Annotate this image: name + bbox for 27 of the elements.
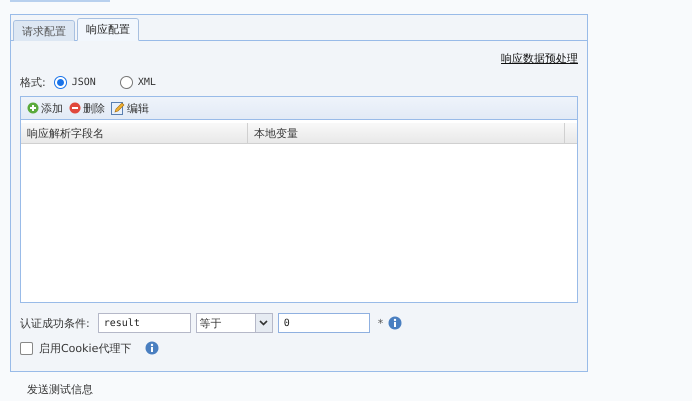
format-label: 格式: (20, 74, 46, 90)
radio-button[interactable] (120, 76, 133, 88)
field-input[interactable]: result (98, 313, 191, 333)
column-header: 本地变量 (248, 123, 565, 143)
radio-button[interactable] (54, 76, 67, 88)
info-icon[interactable] (145, 341, 160, 355)
caret-icon (259, 320, 268, 326)
operator-select[interactable]: 等于 (196, 313, 273, 333)
info-icon[interactable] (388, 316, 402, 330)
toolbar-button[interactable]: 编辑 (111, 100, 149, 116)
minus-icon (69, 102, 81, 114)
preprocess-link[interactable]: 响应数据预处理 (501, 51, 578, 67)
send-test-link[interactable]: 发送测试信息 (27, 382, 93, 397)
checkbox[interactable] (20, 342, 33, 354)
tab[interactable]: 请求配置 (13, 20, 75, 41)
plus-icon (27, 102, 39, 114)
value-input[interactable]: 0 (278, 313, 370, 333)
column-header: 响应解析字段名 (21, 123, 248, 143)
checkbox-label: 启用Cookie代理下 (39, 340, 132, 356)
toolbar-button[interactable]: 删除 (69, 100, 105, 116)
condition-label: 认证成功条件: (20, 316, 90, 330)
radio-label: XML (138, 76, 156, 88)
radio-label: JSON (72, 76, 96, 88)
tab[interactable]: 响应配置 (77, 18, 139, 41)
toolbar-button[interactable]: 添加 (27, 100, 63, 116)
required-mark: * (378, 316, 384, 330)
pencil-icon (111, 101, 125, 115)
